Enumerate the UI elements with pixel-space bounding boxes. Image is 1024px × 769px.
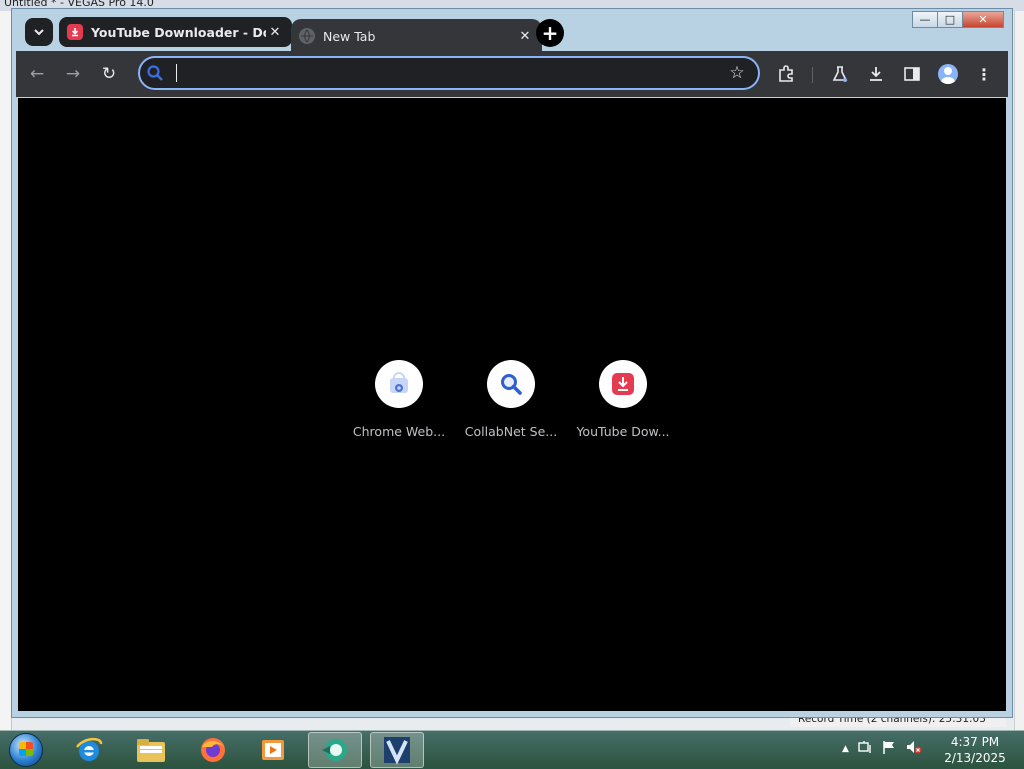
search-icon xyxy=(142,60,168,86)
windows-logo-icon xyxy=(9,733,43,767)
youtube-downloader-icon xyxy=(599,360,647,408)
shortcut-label: Chrome Web... xyxy=(352,424,446,439)
chrome-web-store-icon xyxy=(375,360,423,408)
back-button[interactable]: ← xyxy=(22,59,52,89)
firefox-icon xyxy=(201,738,225,762)
puzzle-icon xyxy=(779,65,793,82)
chrome-taskbar-icon xyxy=(322,739,347,761)
shortcut-label: CollabNet Se... xyxy=(464,424,558,439)
menu-button[interactable]: ⋮ xyxy=(970,60,998,88)
taskbar-app-file-explorer[interactable] xyxy=(124,732,178,768)
side-panel-button[interactable] xyxy=(898,60,926,88)
globe-icon xyxy=(299,28,315,44)
new-tab-page: Chrome Web... CollabNet Se... YouTube Do… xyxy=(18,98,1006,711)
address-input[interactable] xyxy=(177,61,724,85)
shortcut-tile[interactable]: CollabNet Se... xyxy=(461,360,561,439)
windows-taskbar: ▲ 4:37 PM 2/13/2025 xyxy=(0,730,1024,769)
tab-youtube-downloader[interactable]: YouTube Downloader - Download ✕ xyxy=(59,17,292,47)
download-icon xyxy=(870,67,882,81)
youtube-downloader-icon xyxy=(67,24,83,40)
reload-button[interactable]: ↻ xyxy=(94,59,124,89)
side-panel-icon xyxy=(904,67,920,81)
downloads-button[interactable] xyxy=(862,60,890,88)
taskbar-app-vegas-pro[interactable] xyxy=(370,732,424,768)
forward-button[interactable]: → xyxy=(58,59,88,89)
tab-strip: YouTube Downloader - Download ✕ New Tab … xyxy=(16,15,1006,53)
chevron-down-icon xyxy=(34,29,44,36)
taskbar-app-internet-explorer[interactable] xyxy=(62,732,116,768)
show-hidden-icons-icon[interactable]: ▲ xyxy=(842,744,849,754)
extensions-button[interactable] xyxy=(772,60,800,88)
chrome-window: — □ ✕ YouTube Downloader - Download ✕ Ne… xyxy=(11,8,1013,718)
flag-icon[interactable] xyxy=(881,739,897,758)
new-tab-button[interactable]: + xyxy=(536,19,564,47)
action-center-icon[interactable] xyxy=(857,739,873,758)
background-right-panel xyxy=(1014,11,1024,730)
labs-button[interactable] xyxy=(826,60,854,88)
tab-new-tab[interactable]: New Tab ✕ xyxy=(291,19,542,53)
flask-icon xyxy=(832,66,848,82)
tab-search-button[interactable] xyxy=(25,18,53,46)
reload-icon: ↻ xyxy=(101,64,117,84)
clock-time: 4:37 PM xyxy=(950,735,1000,749)
taskbar-app-media-player[interactable] xyxy=(246,732,300,768)
internet-explorer-icon xyxy=(75,737,103,761)
system-tray: ▲ xyxy=(842,739,923,758)
media-player-icon xyxy=(262,740,284,760)
taskbar-app-firefox[interactable] xyxy=(186,732,240,768)
kebab-menu-icon: ⋮ xyxy=(976,64,992,84)
magnifier-icon xyxy=(487,360,535,408)
tab-title: New Tab xyxy=(323,28,376,44)
shortcut-tile[interactable]: Chrome Web... xyxy=(349,360,449,439)
browser-toolbar: ← → ↻ ☆ ⋮ xyxy=(16,51,1008,97)
arrow-left-icon: ← xyxy=(29,64,45,84)
arrow-right-icon: → xyxy=(65,64,81,84)
omnibox[interactable]: ☆ xyxy=(138,56,760,90)
profile-button[interactable] xyxy=(934,60,962,88)
volume-muted-icon[interactable] xyxy=(905,739,923,758)
shortcut-label: YouTube Dow... xyxy=(576,424,670,439)
file-explorer-icon xyxy=(137,739,165,762)
avatar-icon xyxy=(938,64,958,84)
close-tab-icon[interactable]: ✕ xyxy=(516,29,534,44)
start-button[interactable] xyxy=(6,732,46,768)
taskbar-app-chrome[interactable] xyxy=(308,732,362,768)
tab-title: YouTube Downloader - Download xyxy=(91,24,266,40)
close-tab-icon[interactable]: ✕ xyxy=(266,25,284,40)
toolbar-divider xyxy=(812,67,813,83)
taskbar-clock[interactable]: 4:37 PM 2/13/2025 xyxy=(932,734,1018,766)
vegas-pro-icon xyxy=(384,737,410,765)
bookmark-star-icon[interactable]: ☆ xyxy=(724,63,750,83)
shortcut-tile[interactable]: YouTube Dow... xyxy=(573,360,673,439)
plus-icon: + xyxy=(541,21,559,45)
clock-date: 2/13/2025 xyxy=(944,751,1006,765)
